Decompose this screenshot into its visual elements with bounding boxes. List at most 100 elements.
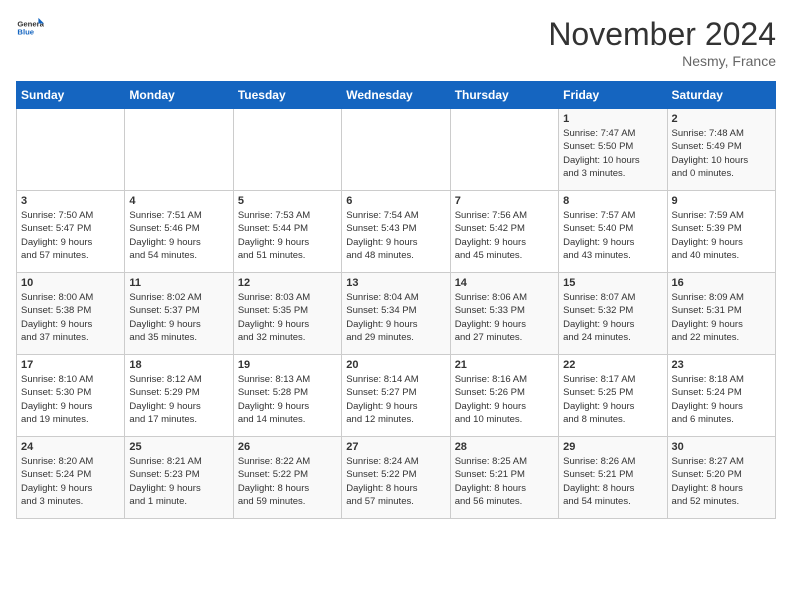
- day-cell: 24 Sunrise: 8:20 AM Sunset: 5:24 PM Dayli…: [17, 437, 125, 519]
- day-info: Sunrise: 7:50 AM Sunset: 5:47 PM Dayligh…: [21, 209, 120, 262]
- day-info: Sunrise: 8:00 AM Sunset: 5:38 PM Dayligh…: [21, 291, 120, 344]
- day-info: Sunrise: 8:04 AM Sunset: 5:34 PM Dayligh…: [346, 291, 445, 344]
- day-cell: [17, 109, 125, 191]
- day-info: Sunrise: 8:18 AM Sunset: 5:24 PM Dayligh…: [672, 373, 771, 426]
- location: Nesmy, France: [548, 53, 776, 69]
- month-title: November 2024: [548, 16, 776, 53]
- day-info: Sunrise: 8:09 AM Sunset: 5:31 PM Dayligh…: [672, 291, 771, 344]
- day-cell: 8Sunrise: 7:57 AM Sunset: 5:40 PM Daylig…: [559, 191, 667, 273]
- day-cell: 7 Sunrise: 7:56 AM Sunset: 5:42 PM Daylig…: [450, 191, 558, 273]
- week-row-4: 17 Sunrise: 8:10 AM Sunset: 5:30 PM Dayli…: [17, 355, 776, 437]
- day-number: 25: [129, 441, 228, 453]
- day-cell: 1Sunrise: 7:47 AM Sunset: 5:50 PM Daylig…: [559, 109, 667, 191]
- day-number: 29: [563, 441, 662, 453]
- svg-text:Blue: Blue: [17, 28, 34, 37]
- day-number: 7: [455, 195, 554, 207]
- week-row-2: 3Sunrise: 7:50 AM Sunset: 5:47 PM Daylig…: [17, 191, 776, 273]
- day-number: 6: [346, 195, 445, 207]
- day-info: Sunrise: 7:56 AM Sunset: 5:42 PM Dayligh…: [455, 209, 554, 262]
- day-of-week-sunday: Sunday: [17, 82, 125, 109]
- day-number: 1: [563, 113, 662, 125]
- day-cell: 22Sunrise: 8:17 AM Sunset: 5:25 PM Dayli…: [559, 355, 667, 437]
- day-cell: 15Sunrise: 8:07 AM Sunset: 5:32 PM Dayli…: [559, 273, 667, 355]
- day-of-week-wednesday: Wednesday: [342, 82, 450, 109]
- day-number: 9: [672, 195, 771, 207]
- day-info: Sunrise: 8:26 AM Sunset: 5:21 PM Dayligh…: [563, 455, 662, 508]
- day-cell: [233, 109, 341, 191]
- day-cell: 2 Sunrise: 7:48 AM Sunset: 5:49 PM Daylig…: [667, 109, 775, 191]
- day-cell: 4 Sunrise: 7:51 AM Sunset: 5:46 PM Daylig…: [125, 191, 233, 273]
- day-number: 14: [455, 277, 554, 289]
- day-cell: 26 Sunrise: 8:22 AM Sunset: 5:22 PM Dayli…: [233, 437, 341, 519]
- day-cell: 6 Sunrise: 7:54 AM Sunset: 5:43 PM Daylig…: [342, 191, 450, 273]
- day-cell: 17 Sunrise: 8:10 AM Sunset: 5:30 PM Dayli…: [17, 355, 125, 437]
- day-cell: 29 Sunrise: 8:26 AM Sunset: 5:21 PM Dayli…: [559, 437, 667, 519]
- calendar-table: SundayMondayTuesdayWednesdayThursdayFrid…: [16, 81, 776, 519]
- day-info: Sunrise: 8:12 AM Sunset: 5:29 PM Dayligh…: [129, 373, 228, 426]
- day-info: Sunrise: 8:07 AM Sunset: 5:32 PM Dayligh…: [563, 291, 662, 344]
- day-number: 26: [238, 441, 337, 453]
- day-cell: 20 Sunrise: 8:14 AM Sunset: 5:27 PM Dayli…: [342, 355, 450, 437]
- day-number: 10: [21, 277, 120, 289]
- day-number: 4: [129, 195, 228, 207]
- day-number: 5: [238, 195, 337, 207]
- day-info: Sunrise: 7:48 AM Sunset: 5:49 PM Dayligh…: [672, 127, 771, 180]
- day-number: 28: [455, 441, 554, 453]
- day-cell: 3Sunrise: 7:50 AM Sunset: 5:47 PM Daylig…: [17, 191, 125, 273]
- day-number: 27: [346, 441, 445, 453]
- day-number: 17: [21, 359, 120, 371]
- day-info: Sunrise: 8:16 AM Sunset: 5:26 PM Dayligh…: [455, 373, 554, 426]
- day-info: Sunrise: 8:13 AM Sunset: 5:28 PM Dayligh…: [238, 373, 337, 426]
- day-cell: 25 Sunrise: 8:21 AM Sunset: 5:23 PM Dayli…: [125, 437, 233, 519]
- day-number: 13: [346, 277, 445, 289]
- day-info: Sunrise: 8:06 AM Sunset: 5:33 PM Dayligh…: [455, 291, 554, 344]
- day-info: Sunrise: 8:20 AM Sunset: 5:24 PM Dayligh…: [21, 455, 120, 508]
- day-info: Sunrise: 8:25 AM Sunset: 5:21 PM Dayligh…: [455, 455, 554, 508]
- day-info: Sunrise: 8:22 AM Sunset: 5:22 PM Dayligh…: [238, 455, 337, 508]
- day-info: Sunrise: 8:14 AM Sunset: 5:27 PM Dayligh…: [346, 373, 445, 426]
- day-info: Sunrise: 8:10 AM Sunset: 5:30 PM Dayligh…: [21, 373, 120, 426]
- day-cell: 12 Sunrise: 8:03 AM Sunset: 5:35 PM Dayli…: [233, 273, 341, 355]
- day-info: Sunrise: 8:03 AM Sunset: 5:35 PM Dayligh…: [238, 291, 337, 344]
- day-cell: 13 Sunrise: 8:04 AM Sunset: 5:34 PM Dayli…: [342, 273, 450, 355]
- title-block: November 2024 Nesmy, France: [548, 16, 776, 69]
- day-of-week-friday: Friday: [559, 82, 667, 109]
- day-cell: 10 Sunrise: 8:00 AM Sunset: 5:38 PM Dayli…: [17, 273, 125, 355]
- day-number: 12: [238, 277, 337, 289]
- day-info: Sunrise: 8:24 AM Sunset: 5:22 PM Dayligh…: [346, 455, 445, 508]
- day-cell: 9 Sunrise: 7:59 AM Sunset: 5:39 PM Daylig…: [667, 191, 775, 273]
- day-of-week-tuesday: Tuesday: [233, 82, 341, 109]
- day-info: Sunrise: 7:57 AM Sunset: 5:40 PM Dayligh…: [563, 209, 662, 262]
- day-cell: 14 Sunrise: 8:06 AM Sunset: 5:33 PM Dayli…: [450, 273, 558, 355]
- day-cell: [342, 109, 450, 191]
- day-number: 16: [672, 277, 771, 289]
- day-number: 20: [346, 359, 445, 371]
- week-row-3: 10 Sunrise: 8:00 AM Sunset: 5:38 PM Dayli…: [17, 273, 776, 355]
- day-number: 23: [672, 359, 771, 371]
- day-cell: [450, 109, 558, 191]
- day-cell: 19Sunrise: 8:13 AM Sunset: 5:28 PM Dayli…: [233, 355, 341, 437]
- day-cell: 27 Sunrise: 8:24 AM Sunset: 5:22 PM Dayli…: [342, 437, 450, 519]
- day-info: Sunrise: 7:51 AM Sunset: 5:46 PM Dayligh…: [129, 209, 228, 262]
- day-number: 18: [129, 359, 228, 371]
- day-number: 2: [672, 113, 771, 125]
- day-number: 11: [129, 277, 228, 289]
- day-info: Sunrise: 8:21 AM Sunset: 5:23 PM Dayligh…: [129, 455, 228, 508]
- day-number: 21: [455, 359, 554, 371]
- day-of-week-thursday: Thursday: [450, 82, 558, 109]
- day-info: Sunrise: 7:59 AM Sunset: 5:39 PM Dayligh…: [672, 209, 771, 262]
- week-row-1: 1Sunrise: 7:47 AM Sunset: 5:50 PM Daylig…: [17, 109, 776, 191]
- header: General Blue November 2024 Nesmy, France: [16, 16, 776, 69]
- day-of-week-saturday: Saturday: [667, 82, 775, 109]
- day-info: Sunrise: 7:53 AM Sunset: 5:44 PM Dayligh…: [238, 209, 337, 262]
- day-number: 30: [672, 441, 771, 453]
- day-cell: 16 Sunrise: 8:09 AM Sunset: 5:31 PM Dayli…: [667, 273, 775, 355]
- day-cell: 21 Sunrise: 8:16 AM Sunset: 5:26 PM Dayli…: [450, 355, 558, 437]
- day-cell: 11Sunrise: 8:02 AM Sunset: 5:37 PM Dayli…: [125, 273, 233, 355]
- day-cell: 28 Sunrise: 8:25 AM Sunset: 5:21 PM Dayli…: [450, 437, 558, 519]
- day-cell: 5 Sunrise: 7:53 AM Sunset: 5:44 PM Daylig…: [233, 191, 341, 273]
- day-number: 24: [21, 441, 120, 453]
- day-of-week-monday: Monday: [125, 82, 233, 109]
- day-info: Sunrise: 7:54 AM Sunset: 5:43 PM Dayligh…: [346, 209, 445, 262]
- header-row: SundayMondayTuesdayWednesdayThursdayFrid…: [17, 82, 776, 109]
